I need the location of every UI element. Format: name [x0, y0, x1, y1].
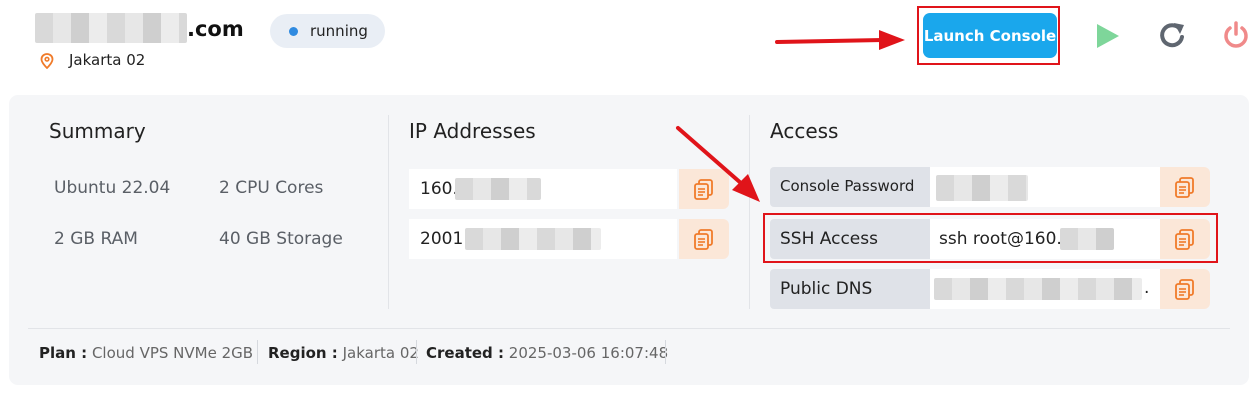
- status-text: running: [310, 22, 368, 40]
- region-info: Region : Jakarta 02: [268, 344, 419, 362]
- copy-console-password-button[interactable]: [1160, 167, 1210, 207]
- console-password-label-text: Console Password: [780, 177, 915, 195]
- meta-separator: [257, 340, 258, 364]
- status-badge: running: [270, 14, 385, 48]
- plan-label: Plan :: [39, 344, 88, 362]
- status-dot: [289, 27, 298, 36]
- ipv6-prefix: 2001:: [420, 229, 469, 249]
- ipv4-prefix: 160.: [420, 179, 458, 199]
- copy-icon: [1175, 279, 1194, 300]
- spec-cpu: 2 CPU Cores: [219, 178, 324, 198]
- meta-separator: [665, 340, 666, 364]
- ip-addresses-title: IP Addresses: [409, 119, 536, 143]
- annotation-arrow-icon: [676, 126, 760, 202]
- footer-divider: [28, 328, 1230, 329]
- created-value: 2025-03-06 16:07:48: [508, 344, 669, 362]
- console-password-field: [930, 167, 1160, 207]
- copy-ipv6-button[interactable]: [679, 219, 729, 259]
- ipv6-redacted: [465, 228, 601, 250]
- copy-icon: [1175, 177, 1194, 198]
- access-title: Access: [770, 119, 839, 143]
- play-icon[interactable]: [1093, 22, 1121, 50]
- location-pin-icon: [40, 53, 54, 69]
- copy-icon: [694, 229, 713, 250]
- public-dns-label: Public DNS: [770, 269, 930, 309]
- hostname-redacted: [35, 13, 187, 43]
- public-dns-redacted: [934, 278, 1142, 300]
- ipv6-field: 2001:: [409, 219, 677, 259]
- spec-ram: 2 GB RAM: [54, 229, 138, 249]
- created-info: Created : 2025-03-06 16:07:48: [426, 344, 668, 362]
- restart-icon[interactable]: [1158, 21, 1186, 49]
- server-location: Jakarta 02: [69, 51, 146, 69]
- meta-separator: [416, 340, 417, 364]
- launch-console-button[interactable]: Launch Console: [923, 13, 1057, 58]
- public-dns-field: .: [930, 269, 1160, 309]
- spec-os: Ubuntu 22.04: [54, 178, 171, 198]
- console-password-label: Console Password: [770, 167, 930, 207]
- annotation-arrow-icon: [775, 30, 905, 50]
- hostname-suffix: .com: [187, 17, 244, 41]
- highlight-box: [763, 213, 1218, 263]
- ipv4-redacted: [455, 178, 541, 200]
- console-password-redacted: [936, 175, 1028, 201]
- public-dns-suffix: .: [1144, 278, 1150, 298]
- ipv4-field: 160.: [409, 169, 677, 209]
- power-icon[interactable]: [1222, 21, 1250, 49]
- created-label: Created :: [426, 344, 505, 362]
- spec-storage: 40 GB Storage: [219, 229, 343, 249]
- column-divider: [388, 115, 389, 309]
- plan-info: Plan : Cloud VPS NVMe 2GB: [39, 344, 253, 362]
- plan-value: Cloud VPS NVMe 2GB: [91, 344, 254, 362]
- region-label: Region :: [268, 344, 338, 362]
- region-value: Jakarta 02: [342, 344, 419, 362]
- public-dns-label-text: Public DNS: [780, 279, 873, 299]
- copy-public-dns-button[interactable]: [1160, 269, 1210, 309]
- summary-title: Summary: [49, 119, 146, 143]
